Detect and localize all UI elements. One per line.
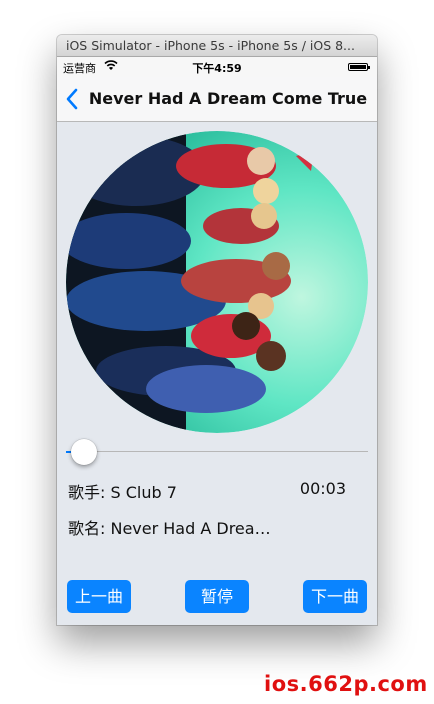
- navigation-bar: Never Had A Dream Come True: [57, 77, 377, 122]
- nav-title: Never Had A Dream Come True: [88, 89, 368, 108]
- progress-slider[interactable]: [66, 439, 368, 465]
- elapsed-time: 00:03: [299, 479, 346, 498]
- slider-thumb[interactable]: [71, 439, 98, 465]
- window-titlebar: iOS Simulator - iPhone 5s - iPhone 5s / …: [57, 35, 377, 57]
- back-chevron-icon[interactable]: [63, 87, 83, 111]
- watermark-text: ios.662p.com: [264, 672, 428, 696]
- status-bar: 运营商 下午4:59: [57, 57, 377, 77]
- artist-label: 歌手: S Club 7: [68, 483, 177, 502]
- status-time: 下午4:59: [192, 62, 242, 75]
- song-label: 歌名: Never Had A Drea…: [68, 519, 271, 538]
- window-title: iOS Simulator - iPhone 5s - iPhone 5s / …: [66, 38, 355, 53]
- next-track-button[interactable]: 下一曲: [303, 580, 367, 613]
- album-artwork: [66, 131, 368, 433]
- player-content: 歌手: S Club 7 00:03 歌名: Never Had A Drea……: [57, 122, 377, 625]
- simulator-window: iOS Simulator - iPhone 5s - iPhone 5s / …: [57, 35, 377, 625]
- previous-track-button[interactable]: 上一曲: [67, 580, 131, 613]
- battery-icon: [348, 63, 370, 71]
- slider-track: [66, 451, 368, 452]
- pause-button[interactable]: 暂停: [185, 580, 249, 613]
